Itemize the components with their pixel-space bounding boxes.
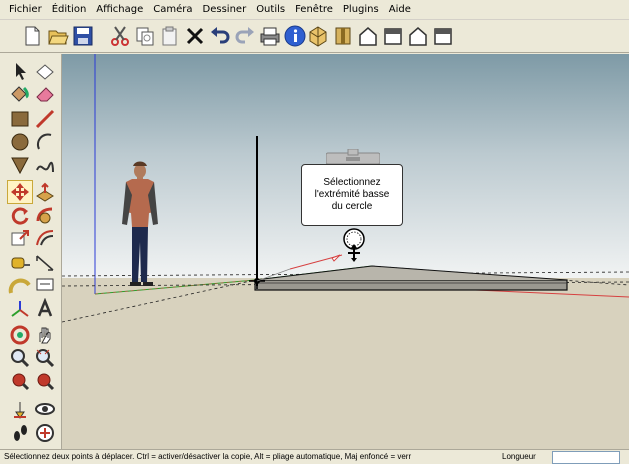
info-icon[interactable] xyxy=(283,24,307,48)
ground xyxy=(62,278,629,449)
menu-dessiner[interactable]: Dessiner xyxy=(198,4,252,15)
copy-icon[interactable] xyxy=(133,24,157,48)
position-camera-icon[interactable] xyxy=(8,398,32,420)
eraser-icon[interactable] xyxy=(33,82,57,104)
standard-toolbar xyxy=(0,21,629,53)
protractor-icon[interactable] xyxy=(8,275,32,297)
iso-view-icon[interactable] xyxy=(306,24,330,48)
tooltip-line-3: du cercle xyxy=(331,201,373,212)
menu-fichier[interactable]: Fichier xyxy=(4,4,47,15)
make-component-icon[interactable] xyxy=(33,60,57,82)
next-view-icon[interactable] xyxy=(33,370,57,392)
section-plane-icon[interactable] xyxy=(33,422,57,444)
open-icon[interactable] xyxy=(46,24,70,48)
modeling-viewport[interactable]: Sélectionnez l'extrémité basse du cercle xyxy=(62,54,629,449)
push-pull-icon[interactable] xyxy=(33,181,57,203)
erase-icon[interactable] xyxy=(183,24,207,48)
redo-icon[interactable] xyxy=(233,24,257,48)
offset-icon[interactable] xyxy=(33,227,57,249)
inference-tooltip: Sélectionnez l'extrémité basse du cercle xyxy=(301,164,403,226)
paint-bucket-icon[interactable] xyxy=(8,82,32,104)
zoom-window-icon[interactable] xyxy=(33,347,57,369)
status-text: Sélectionnez deux points à déplacer. Ctr… xyxy=(4,452,412,461)
dimension-icon[interactable] xyxy=(33,252,57,274)
back-view-icon[interactable] xyxy=(406,24,430,48)
paste-icon[interactable] xyxy=(158,24,182,48)
measurements-field[interactable] xyxy=(552,451,620,464)
undo-icon[interactable] xyxy=(208,24,232,48)
top-view-icon[interactable] xyxy=(331,24,355,48)
tape-measure-icon[interactable] xyxy=(8,252,32,274)
new-icon[interactable] xyxy=(20,24,44,48)
measurements-label: Longueur xyxy=(502,452,536,461)
pan-icon[interactable] xyxy=(33,324,57,346)
menu-affichage[interactable]: Affichage xyxy=(91,4,148,15)
save-icon[interactable] xyxy=(71,24,95,48)
select-icon[interactable] xyxy=(8,60,32,82)
tooltip-line-2: l'extrémité basse xyxy=(314,189,390,200)
tooltip-tab xyxy=(325,148,381,165)
previous-view-icon[interactable] xyxy=(8,370,32,392)
rotate-icon[interactable] xyxy=(8,204,32,226)
scene-canvas[interactable] xyxy=(62,54,629,449)
3d-text-icon[interactable] xyxy=(33,298,57,320)
menu-plugins[interactable]: Plugins xyxy=(338,4,384,15)
orbit-icon[interactable] xyxy=(8,324,32,346)
line-icon[interactable] xyxy=(33,108,57,130)
large-tool-set xyxy=(0,54,62,449)
text-icon[interactable] xyxy=(33,275,57,297)
follow-me-icon[interactable] xyxy=(33,204,57,226)
menu-bar: Fichier Édition Affichage Caméra Dessine… xyxy=(0,0,629,20)
status-bar: Sélectionnez deux points à déplacer. Ctr… xyxy=(0,449,629,464)
front-view-icon[interactable] xyxy=(356,24,380,48)
menu-edition[interactable]: Édition xyxy=(47,4,92,15)
polygon-icon[interactable] xyxy=(8,154,32,176)
right-view-icon[interactable] xyxy=(381,24,405,48)
menu-fenetre[interactable]: Fenêtre xyxy=(290,4,338,15)
move-icon[interactable] xyxy=(7,180,33,204)
scale-icon[interactable] xyxy=(8,227,32,249)
axes-icon[interactable] xyxy=(8,298,32,320)
left-view-icon[interactable] xyxy=(431,24,455,48)
rectangle-icon[interactable] xyxy=(8,108,32,130)
tooltip-line-1: Sélectionnez xyxy=(323,177,381,188)
cut-icon[interactable] xyxy=(108,24,132,48)
arc-icon[interactable] xyxy=(33,131,57,153)
look-around-icon[interactable] xyxy=(33,398,57,420)
print-icon[interactable] xyxy=(258,24,282,48)
circle-icon[interactable] xyxy=(8,131,32,153)
walk-icon[interactable] xyxy=(8,422,32,444)
menu-camera[interactable]: Caméra xyxy=(148,4,197,15)
slab-front[interactable] xyxy=(254,279,568,291)
menu-outils[interactable]: Outils xyxy=(251,4,290,15)
zoom-icon[interactable] xyxy=(8,347,32,369)
freehand-icon[interactable] xyxy=(33,154,57,176)
menu-aide[interactable]: Aide xyxy=(384,4,416,15)
